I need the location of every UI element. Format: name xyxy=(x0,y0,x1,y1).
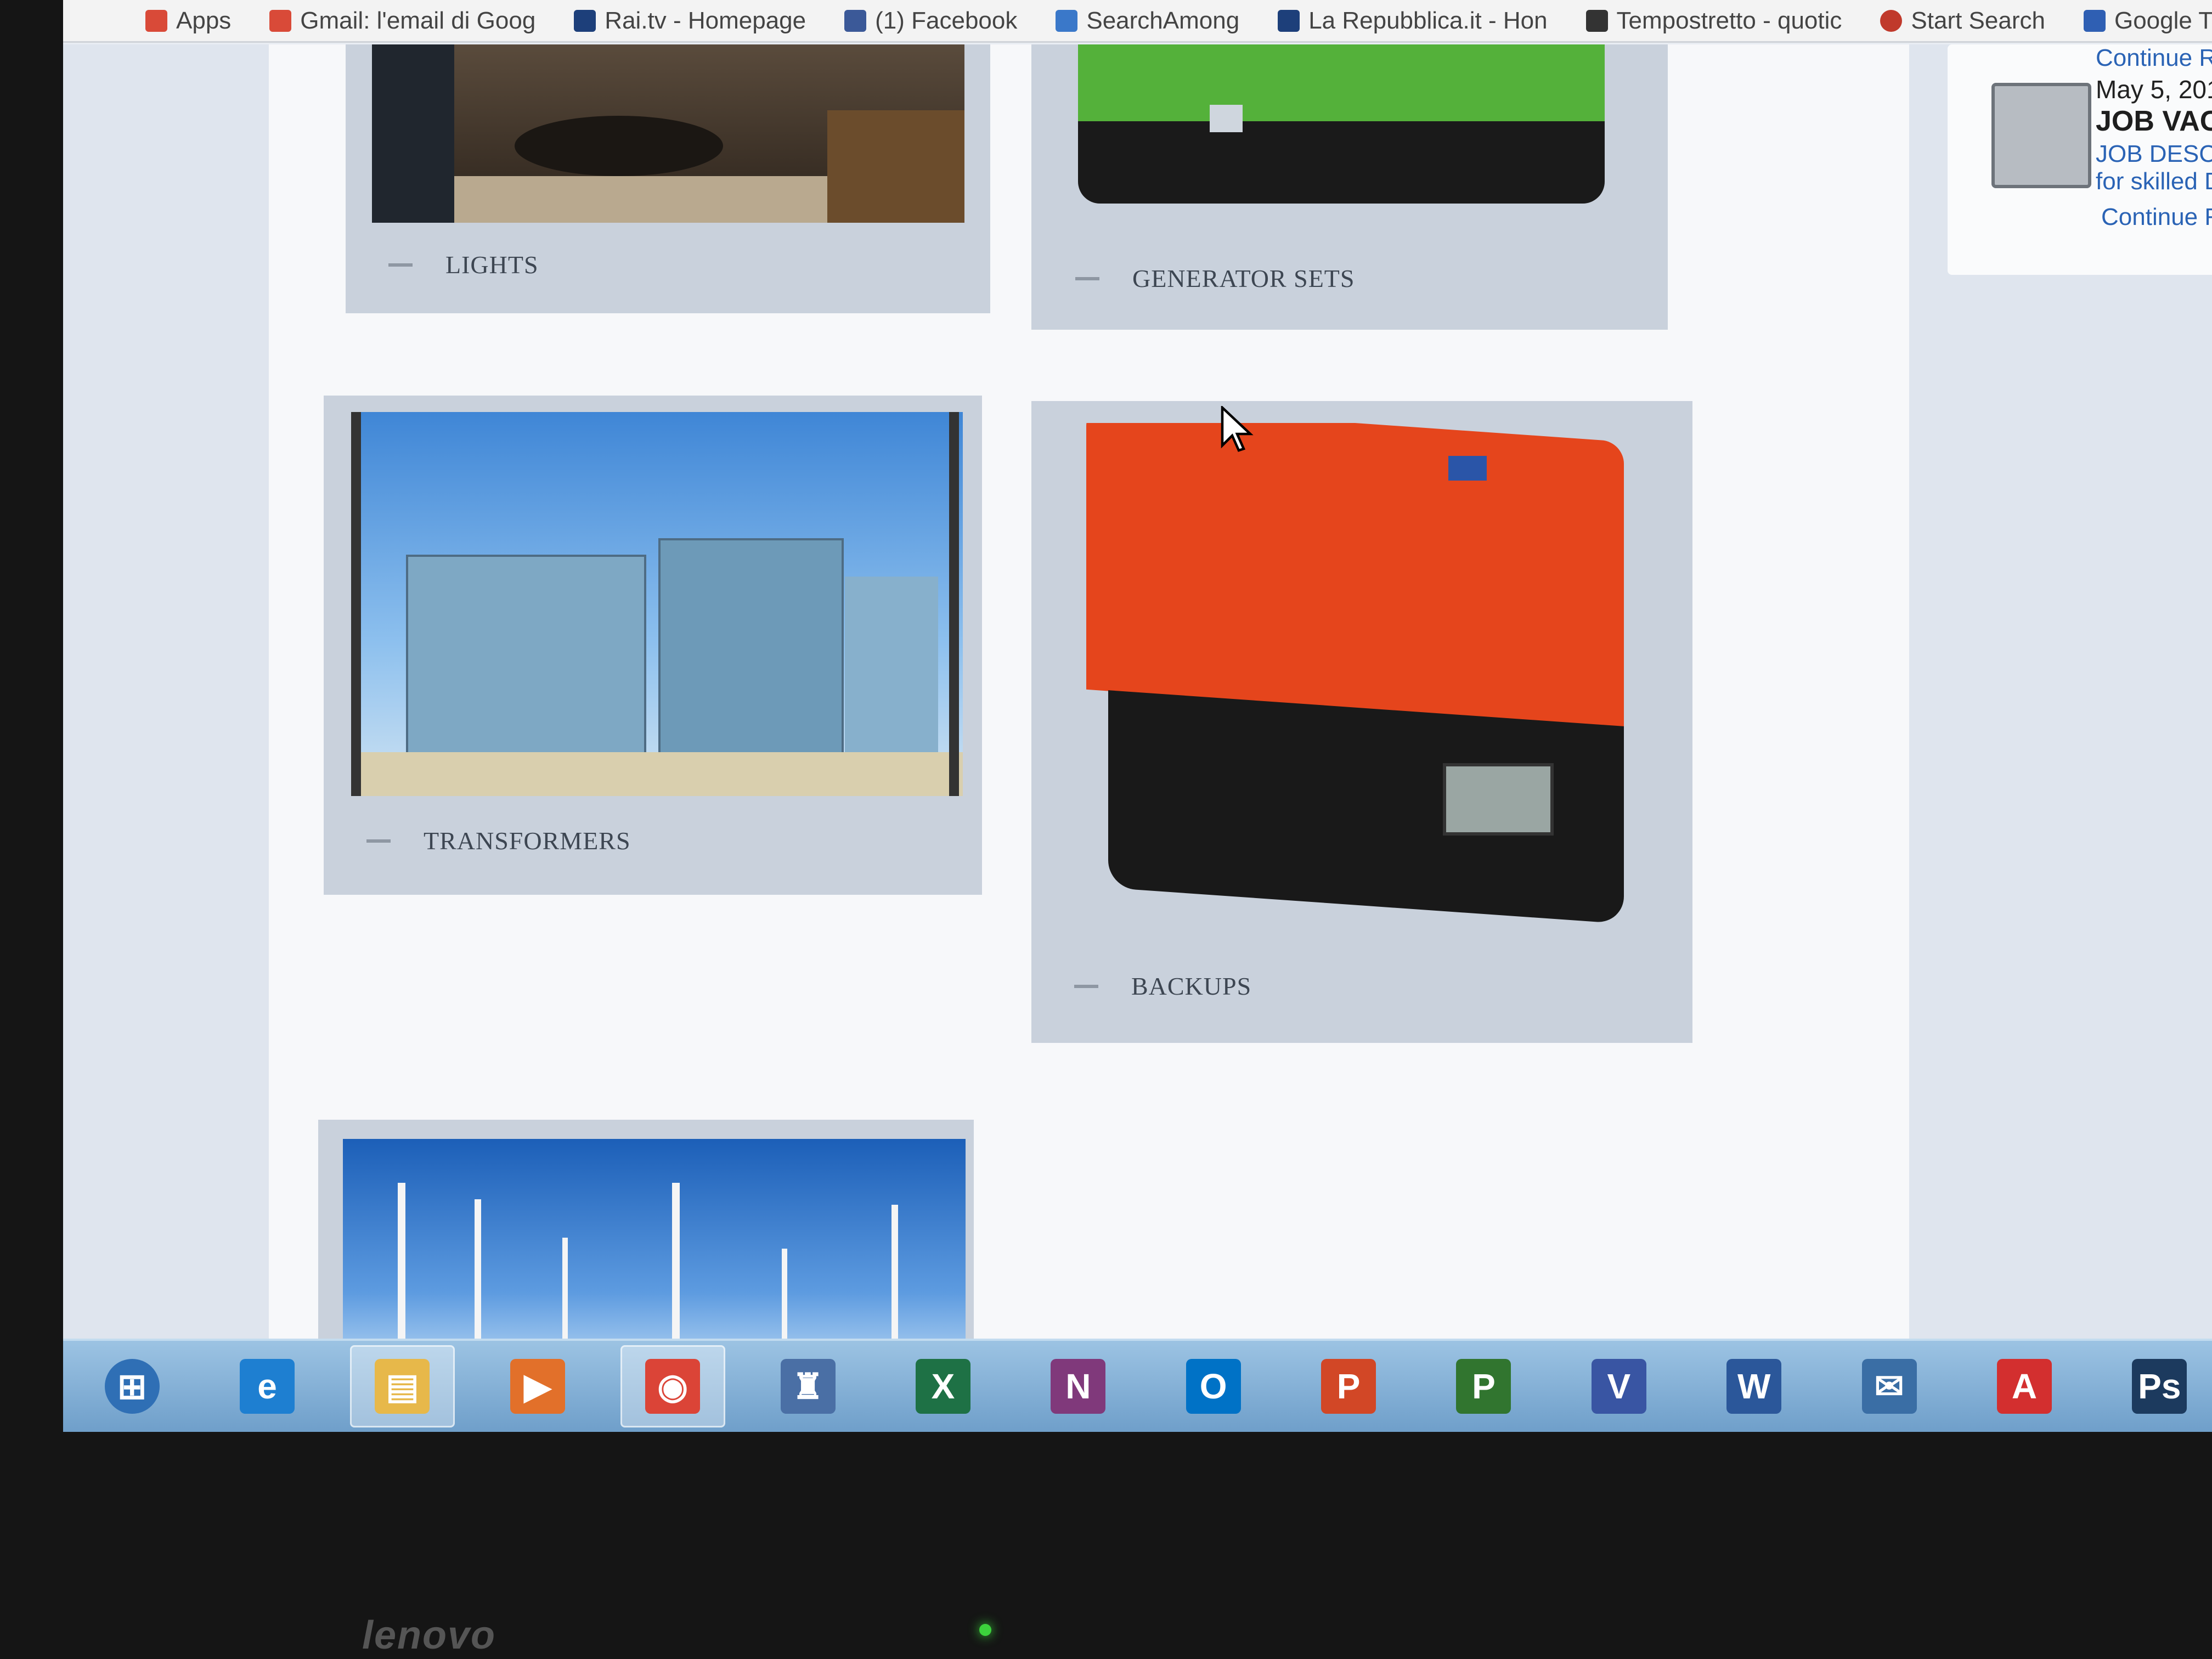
onenote-icon: N xyxy=(1051,1359,1106,1414)
continue-reading-link-bottom[interactable]: Continue Rea xyxy=(2101,204,2212,231)
bookmark-repubblica[interactable]: La Repubblica.it - Hon xyxy=(1278,7,1548,35)
product-card-backups[interactable]: BACKUPS xyxy=(1031,401,1692,1043)
visio-icon: V xyxy=(1591,1359,1646,1414)
gmail-icon xyxy=(269,9,292,32)
backups-image xyxy=(1064,423,1657,939)
generator-image xyxy=(1078,44,1627,209)
start-button-taskbar-button[interactable]: ⊞ xyxy=(80,1345,184,1427)
media-player-icon: ▶ xyxy=(510,1359,565,1414)
thunderbird-icon: ✉ xyxy=(1861,1359,1917,1414)
power-led-icon xyxy=(979,1624,991,1636)
facebook-icon xyxy=(844,9,867,32)
word-icon: W xyxy=(1726,1359,1782,1414)
dash-icon xyxy=(366,839,391,843)
speech-bubble-icon xyxy=(1880,9,1903,32)
news-sidebar-card: Continue Read May 5, 2016 JOB VACAN JOB … xyxy=(1948,44,2212,275)
transformers-image xyxy=(351,412,963,796)
app-icon: ♜ xyxy=(780,1359,836,1414)
wind-turbines-image xyxy=(343,1139,966,1358)
file-explorer-taskbar-button[interactable]: ▤ xyxy=(349,1345,455,1427)
project-taskbar-button[interactable]: P xyxy=(1431,1345,1536,1427)
newspaper-icon xyxy=(1991,83,2091,188)
excel-taskbar-button[interactable]: X xyxy=(890,1345,995,1427)
start-button: ⊞ xyxy=(104,1359,160,1414)
thunderbird-taskbar-button[interactable]: ✉ xyxy=(1837,1345,1942,1427)
monitor-screen: Apps Gmail: l'email di Goog Rai.tv - Hom… xyxy=(63,0,2212,1432)
product-card-transformers[interactable]: TRANSFORMERS xyxy=(324,396,982,895)
dash-icon xyxy=(388,263,413,267)
apps-icon xyxy=(145,9,167,32)
photoshop-icon: Ps xyxy=(2132,1359,2187,1414)
internet-explorer-taskbar-button[interactable]: e xyxy=(215,1345,319,1427)
outlook-icon: O xyxy=(1186,1359,1241,1414)
bookmark-google-translate[interactable]: Google Tr xyxy=(2083,7,2212,35)
windows-taskbar: ⊞ e ▤ ▶ ◉ ♜ X N O P P V W ✉ A Ps xyxy=(63,1339,2212,1432)
app-taskbar-button[interactable]: ♜ xyxy=(755,1345,860,1427)
excel-icon: X xyxy=(915,1359,970,1414)
news-date: May 5, 2016 xyxy=(2096,75,2212,104)
dash-icon xyxy=(1074,984,1098,988)
dash-icon xyxy=(1075,276,1099,280)
lights-image xyxy=(372,44,964,223)
web-page: LIGHTS GENERATOR SETS TRANSFORMERS BACKU… xyxy=(63,44,2212,1358)
powerpoint-icon: P xyxy=(1321,1359,1376,1414)
product-card-generator-sets[interactable]: GENERATOR SETS xyxy=(1031,44,1668,330)
visio-taskbar-button[interactable]: V xyxy=(1566,1345,1671,1427)
product-card-lights[interactable]: LIGHTS xyxy=(346,44,990,313)
acrobat-taskbar-button[interactable]: A xyxy=(1972,1345,2076,1427)
outlook-taskbar-button[interactable]: O xyxy=(1161,1345,1266,1427)
bookmark-raitv[interactable]: Rai.tv - Homepage xyxy=(574,7,806,35)
translate-icon xyxy=(2083,9,2106,32)
news-description-1: JOB DESCRI xyxy=(2096,140,2212,167)
lenovo-logo: lenovo xyxy=(362,1613,496,1657)
word-taskbar-button[interactable]: W xyxy=(1702,1345,1807,1427)
bookmark-tempostretto[interactable]: Tempostretto - quotic xyxy=(1585,7,1842,35)
chrome-icon: ◉ xyxy=(645,1359,701,1414)
bookmark-gmail[interactable]: Gmail: l'email di Goog xyxy=(269,7,535,35)
generator-sets-caption: GENERATOR SETS xyxy=(1075,264,1355,293)
transformers-caption: TRANSFORMERS xyxy=(366,826,631,855)
backups-caption: BACKUPS xyxy=(1074,972,1251,1001)
bookmark-apps[interactable]: Apps xyxy=(145,7,231,35)
media-player-taskbar-button[interactable]: ▶ xyxy=(485,1345,590,1427)
product-card-wind[interactable] xyxy=(318,1120,974,1358)
chrome-taskbar-button[interactable]: ◉ xyxy=(620,1345,725,1427)
repubblica-icon xyxy=(1278,9,1300,32)
bookmark-start-search[interactable]: Start Search xyxy=(1880,7,2045,35)
rai-icon xyxy=(574,9,596,32)
onenote-taskbar-button[interactable]: N xyxy=(1026,1345,1131,1427)
product-grid: LIGHTS GENERATOR SETS TRANSFORMERS BACKU… xyxy=(269,44,2212,1358)
news-title[interactable]: JOB VACAN xyxy=(2096,105,2212,138)
news-description-2: for skilled Driv xyxy=(2096,168,2212,195)
photoshop-taskbar-button[interactable]: Ps xyxy=(2107,1345,2212,1427)
acrobat-icon: A xyxy=(1996,1359,2052,1414)
bookmark-facebook[interactable]: (1) Facebook xyxy=(844,7,1017,35)
internet-explorer-icon: e xyxy=(240,1359,295,1414)
mouse-cursor-icon xyxy=(1221,406,1254,452)
project-icon: P xyxy=(1456,1359,1511,1414)
tempostretto-icon xyxy=(1585,9,1608,32)
bookmark-searchamong[interactable]: SearchAmong xyxy=(1056,7,1239,35)
magnifier-icon xyxy=(1056,9,1078,32)
powerpoint-taskbar-button[interactable]: P xyxy=(1296,1345,1401,1427)
continue-reading-link-top[interactable]: Continue Read xyxy=(2096,44,2212,72)
bookmarks-bar: Apps Gmail: l'email di Goog Rai.tv - Hom… xyxy=(63,0,2212,43)
lights-caption: LIGHTS xyxy=(388,250,539,279)
file-explorer-icon: ▤ xyxy=(375,1359,430,1414)
